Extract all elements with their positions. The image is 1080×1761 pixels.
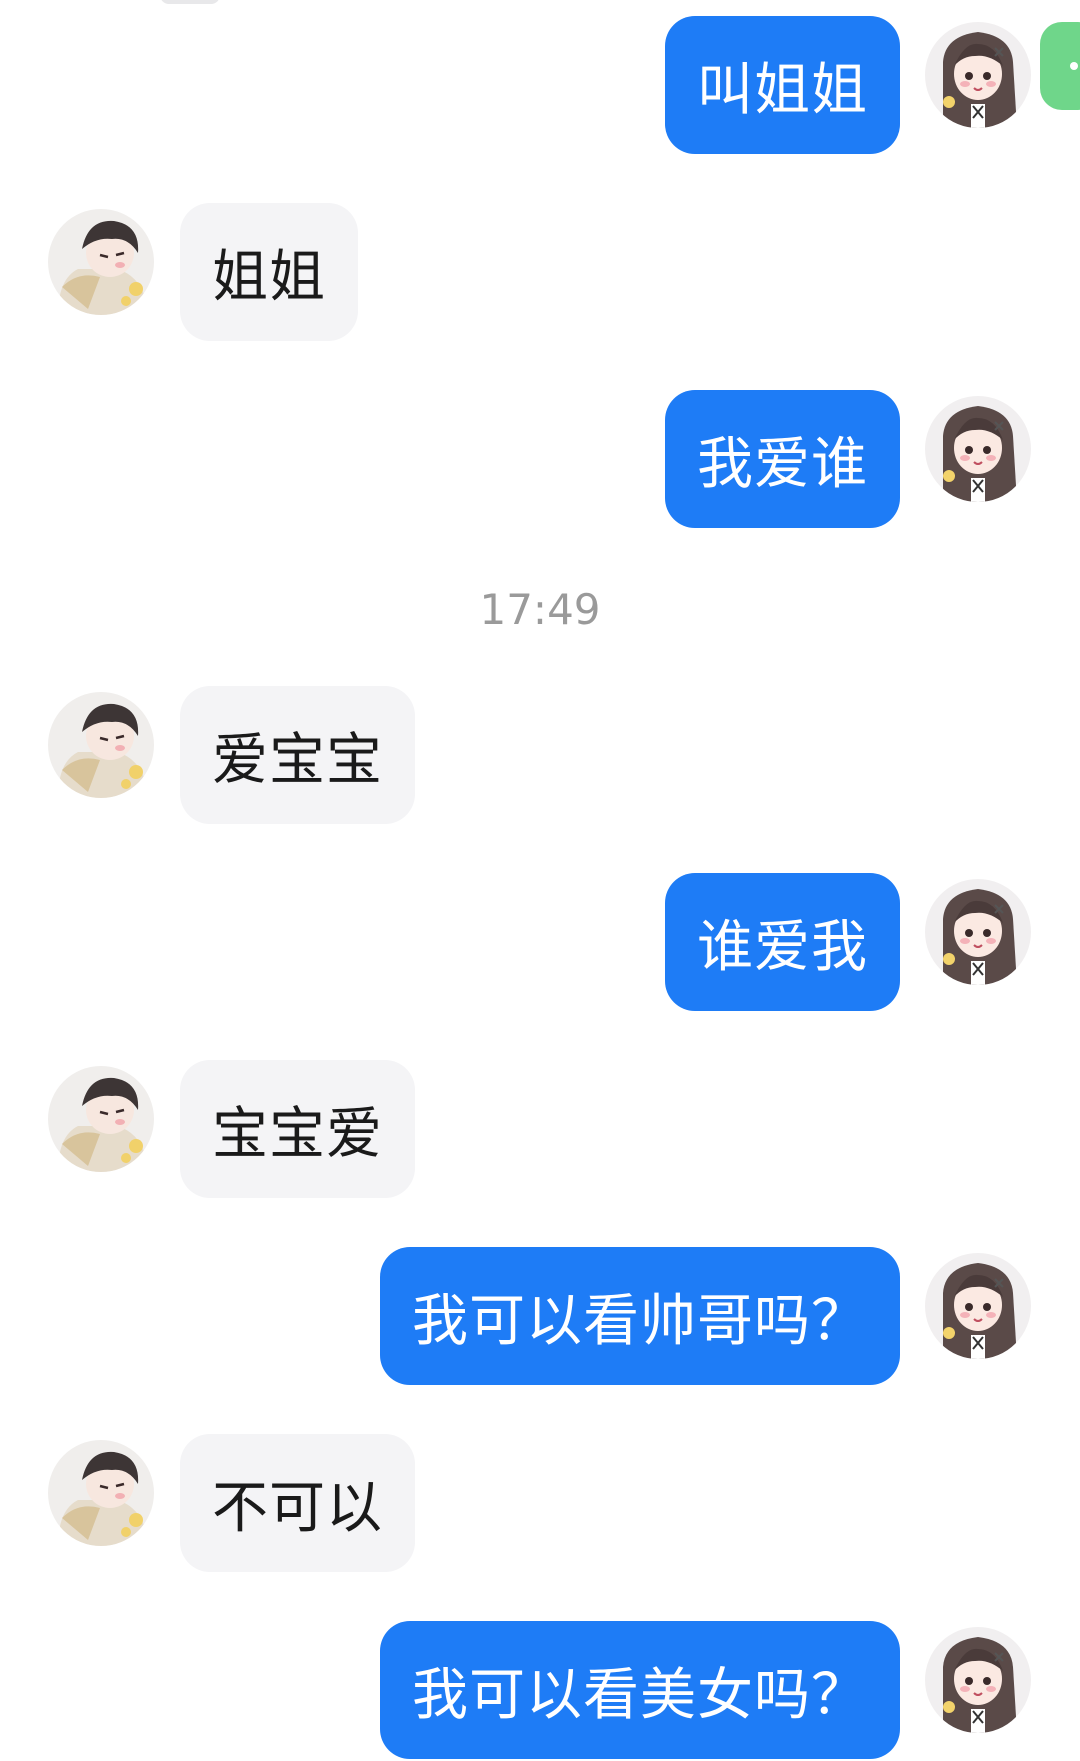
boy-avatar-icon — [48, 692, 154, 798]
incoming-avatar[interactable] — [48, 209, 154, 315]
message-row-outgoing: 我可以看美女吗？ — [0, 1621, 1080, 1761]
girl-avatar-icon — [925, 1627, 1031, 1733]
message-bubble-incoming[interactable]: 宝宝爱 — [180, 1060, 415, 1198]
outgoing-avatar[interactable] — [925, 879, 1031, 985]
outgoing-avatar[interactable] — [925, 1627, 1031, 1733]
boy-avatar-icon — [48, 209, 154, 315]
outgoing-avatar[interactable] — [925, 22, 1031, 128]
girl-avatar-icon — [925, 1253, 1031, 1359]
message-timestamp: 17:49 — [479, 585, 601, 634]
message-bubble-outgoing[interactable]: 谁爱我 — [665, 873, 900, 1011]
message-row-incoming: 爱宝宝 — [0, 686, 1080, 826]
message-bubble-outgoing[interactable]: 我可以看帅哥吗？ — [380, 1247, 900, 1385]
message-row-incoming: 宝宝爱 — [0, 1060, 1080, 1200]
message-bubble-incoming[interactable]: 爱宝宝 — [180, 686, 415, 824]
message-bubble-incoming[interactable]: 不可以 — [180, 1434, 415, 1572]
girl-avatar-icon — [925, 22, 1031, 128]
message-bubble-incoming[interactable]: 姐姐 — [180, 203, 358, 341]
message-bubble-outgoing[interactable]: 我可以看美女吗？ — [380, 1621, 900, 1759]
outgoing-avatar[interactable] — [925, 1253, 1031, 1359]
boy-avatar-icon — [48, 1066, 154, 1172]
incoming-avatar[interactable] — [48, 692, 154, 798]
message-row-incoming: 姐姐 — [0, 203, 1080, 343]
outgoing-avatar[interactable] — [925, 396, 1031, 502]
previous-message-fragment — [160, 0, 220, 4]
message-row-outgoing: 谁爱我 — [0, 873, 1080, 1013]
boy-avatar-icon — [48, 1440, 154, 1546]
message-row-outgoing: 我可以看帅哥吗？ — [0, 1247, 1080, 1387]
incoming-avatar[interactable] — [48, 1066, 154, 1172]
message-row-outgoing: 叫姐姐 — [0, 16, 1080, 156]
girl-avatar-icon — [925, 396, 1031, 502]
girl-avatar-icon — [925, 879, 1031, 985]
message-bubble-outgoing[interactable]: 我爱谁 — [665, 390, 900, 528]
message-row-incoming: 不可以 — [0, 1434, 1080, 1574]
incoming-avatar[interactable] — [48, 1440, 154, 1546]
message-bubble-outgoing[interactable]: 叫姐姐 — [665, 16, 900, 154]
message-row-outgoing: 我爱谁 — [0, 390, 1080, 530]
